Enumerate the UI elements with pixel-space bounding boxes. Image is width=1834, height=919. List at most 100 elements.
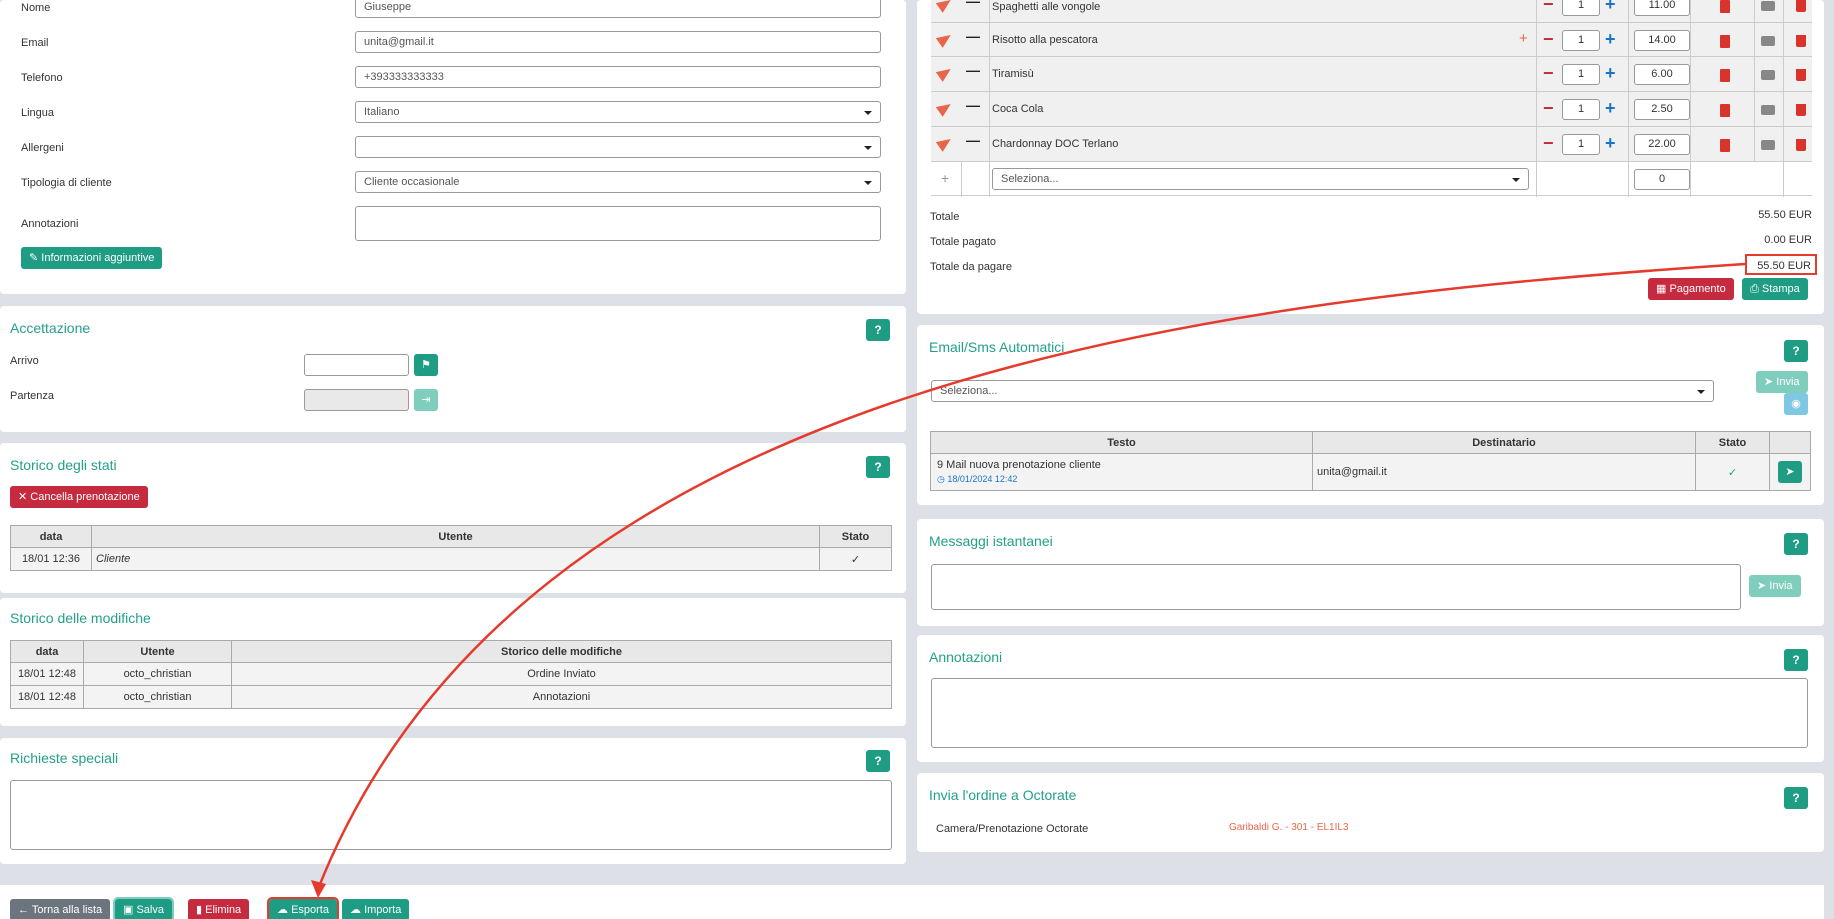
quantity-field[interactable]: 1 [1562, 134, 1600, 155]
increase-button[interactable]: + [1605, 0, 1616, 13]
extra-icon[interactable]: + [1519, 30, 1528, 47]
item-select[interactable]: Seleziona... [992, 168, 1529, 190]
camera-icon[interactable] [1761, 1, 1775, 11]
allergens-select[interactable] [355, 136, 881, 158]
trash-icon[interactable] [1796, 35, 1806, 47]
trash-icon[interactable] [1796, 69, 1806, 81]
decrease-button[interactable]: − [1543, 0, 1554, 13]
price-field[interactable]: 6.00 [1634, 64, 1690, 85]
auto-messages-title: Email/Sms Automatici [929, 339, 1065, 355]
camera-icon[interactable] [1761, 70, 1775, 80]
send-icon[interactable] [935, 0, 955, 13]
help-button[interactable]: ? [1784, 533, 1808, 555]
help-button[interactable]: ? [1784, 340, 1808, 362]
col-header: Utente [83, 640, 232, 663]
decrease-button[interactable]: − [1543, 64, 1554, 82]
quantity-field[interactable]: 1 [1562, 99, 1600, 120]
language-select[interactable]: Italiano [355, 101, 881, 123]
item-name: Chardonnay DOC Terlano [992, 138, 1119, 150]
email-label: Email [21, 37, 49, 49]
name-field[interactable]: Giuseppe [355, 0, 881, 18]
decrease-button[interactable]: − [1543, 30, 1554, 48]
send-icon[interactable] [935, 64, 955, 82]
camera-icon[interactable] [1761, 36, 1775, 46]
import-button[interactable]: ☁ Importa [342, 899, 410, 919]
printer-icon: ⎙ [1750, 283, 1762, 295]
camera-icon[interactable] [1761, 140, 1775, 150]
special-requests-textarea[interactable] [10, 780, 892, 850]
increase-button[interactable]: + [1605, 64, 1616, 82]
increase-button[interactable]: + [1605, 99, 1616, 117]
send-button[interactable]: ➤ Invia [1756, 371, 1808, 393]
payment-button[interactable]: ▦ Pagamento [1648, 278, 1734, 300]
email-field[interactable]: unita@gmail.it [355, 31, 881, 53]
send-button[interactable]: ➤ Invia [1749, 575, 1801, 597]
price-field[interactable]: 2.50 [1634, 99, 1690, 120]
decrease-button[interactable]: − [1543, 134, 1554, 152]
back-to-list-button[interactable]: ← Torna alla lista [10, 899, 111, 919]
send-icon[interactable] [935, 30, 955, 48]
template-select[interactable]: Seleziona... [931, 380, 1714, 402]
table-row: 18/01 12:48 octo_christian Annotazioni [10, 685, 892, 709]
instant-messages-title: Messaggi istantanei [929, 533, 1053, 549]
customer-type-select[interactable]: Cliente occasionale [355, 171, 881, 193]
resend-button[interactable]: ➤ [1778, 461, 1802, 483]
camera-icon[interactable] [1761, 105, 1775, 115]
save-icon: ▣ [123, 904, 137, 916]
help-button[interactable]: ? [1784, 649, 1808, 671]
phone-field[interactable]: +393333333333 [355, 66, 881, 88]
octorate-label: Camera/Prenotazione Octorate [936, 823, 1089, 835]
remove-icon[interactable]: — [966, 0, 980, 9]
remove-icon[interactable]: — [966, 28, 980, 44]
trash-icon[interactable] [1796, 104, 1806, 116]
departure-exit-button[interactable]: ⇥ [414, 389, 438, 411]
increase-button[interactable]: + [1605, 134, 1616, 152]
help-button[interactable]: ? [866, 456, 890, 478]
octorate-value[interactable]: Garibaldi G. - 301 - EL1IL3 [1229, 822, 1349, 833]
help-button[interactable]: ? [1784, 787, 1808, 809]
pdf-icon[interactable] [1720, 104, 1730, 117]
notes-textarea[interactable] [931, 678, 1808, 748]
status-history-title: Storico degli stati [10, 457, 117, 473]
increase-button[interactable]: + [1605, 30, 1616, 48]
arrival-flag-button[interactable]: ⚑ [414, 354, 438, 376]
print-button[interactable]: ⎙ Stampa [1742, 278, 1808, 300]
check-icon: ✓ [1695, 453, 1770, 491]
save-button[interactable]: ▣ Salva [113, 897, 174, 919]
notes-textarea[interactable] [355, 206, 881, 241]
new-price-field[interactable]: 0 [1634, 169, 1690, 190]
pdf-icon[interactable] [1720, 35, 1730, 48]
departure-field[interactable] [304, 389, 409, 411]
price-field[interactable]: 11.00 [1634, 0, 1690, 16]
language-label: Lingua [21, 107, 55, 119]
clock-icon: ◷ [937, 474, 948, 484]
quantity-field[interactable]: 1 [1562, 30, 1600, 51]
phone-label: Telefono [21, 72, 63, 84]
help-button[interactable]: ? [866, 319, 890, 341]
arrival-field[interactable] [304, 354, 409, 376]
instant-message-textarea[interactable] [931, 564, 1741, 610]
quantity-field[interactable]: 1 [1562, 0, 1600, 16]
quantity-field[interactable]: 1 [1562, 64, 1600, 85]
price-field[interactable]: 22.00 [1634, 134, 1690, 155]
pdf-icon[interactable] [1720, 0, 1730, 13]
trash-icon[interactable] [1796, 139, 1806, 151]
whatsapp-button[interactable]: ◉ [1784, 393, 1808, 415]
export-button[interactable]: ☁ Esporta [267, 897, 339, 919]
decrease-button[interactable]: − [1543, 99, 1554, 117]
help-button[interactable]: ? [866, 750, 890, 772]
more-info-button[interactable]: ✎ Informazioni aggiuntive [21, 247, 163, 269]
delete-button[interactable]: ▮ Elimina [188, 899, 250, 919]
remove-icon[interactable]: — [966, 62, 980, 78]
remove-icon[interactable]: — [966, 132, 980, 148]
cancel-booking-button[interactable]: ✕ Cancella prenotazione [10, 486, 148, 508]
col-header: data [10, 640, 84, 663]
remove-icon[interactable]: — [966, 97, 980, 113]
send-icon[interactable] [935, 99, 955, 117]
trash-icon[interactable] [1796, 0, 1806, 12]
pdf-icon[interactable] [1720, 69, 1730, 82]
price-field[interactable]: 14.00 [1634, 30, 1690, 51]
add-icon[interactable]: + [941, 170, 949, 186]
pdf-icon[interactable] [1720, 139, 1730, 152]
send-icon[interactable] [935, 134, 955, 152]
